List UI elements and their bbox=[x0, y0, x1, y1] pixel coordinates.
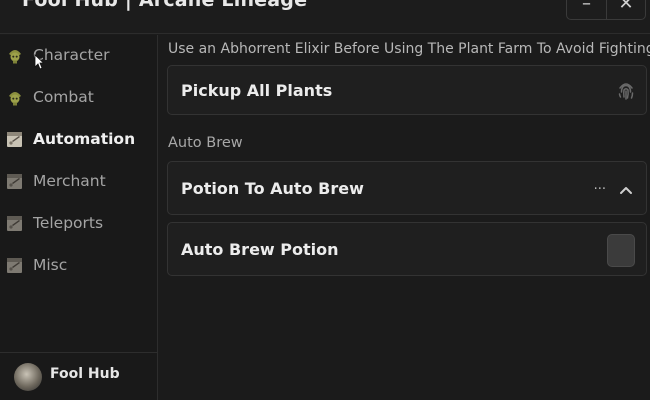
sidebar-item-teleports[interactable]: Teleports bbox=[0, 203, 157, 243]
leaf-skull-icon bbox=[5, 87, 25, 107]
avatar bbox=[14, 363, 42, 391]
hub-window: Fool Hub | Arcane Lineage – ✕ Character … bbox=[0, 0, 650, 400]
section-label-auto-brew: Auto Brew bbox=[168, 135, 243, 151]
chevron-up-icon[interactable] bbox=[618, 182, 634, 196]
sidebar-item-character[interactable]: Character bbox=[0, 35, 157, 75]
scroll-icon bbox=[5, 171, 25, 191]
main-content: Use an Abhorrent Elixir Before Using The… bbox=[158, 35, 650, 400]
info-paragraph: Use an Abhorrent Elixir Before Using The… bbox=[168, 41, 650, 57]
sidebar-item-combat[interactable]: Combat bbox=[0, 77, 157, 117]
minimize-button[interactable]: – bbox=[567, 0, 606, 19]
sidebar-item-automation[interactable]: Automation bbox=[0, 119, 157, 159]
sidebar-item-label: Character bbox=[33, 46, 110, 64]
close-button[interactable]: ✕ bbox=[605, 0, 645, 19]
sidebar-item-label: Misc bbox=[33, 256, 68, 274]
window-title: Fool Hub | Arcane Lineage bbox=[22, 0, 308, 11]
dropdown-label: Potion To Auto Brew bbox=[181, 179, 364, 198]
sidebar-item-label: Merchant bbox=[33, 172, 106, 190]
title-bar[interactable]: Fool Hub | Arcane Lineage – ✕ bbox=[0, 0, 650, 34]
scroll-icon bbox=[5, 213, 25, 233]
profile-section: Fool Hub bbox=[0, 352, 157, 400]
window-controls: – ✕ bbox=[566, 0, 646, 20]
leaf-skull-icon bbox=[5, 45, 25, 65]
scroll-icon bbox=[5, 129, 25, 149]
pickup-all-plants-button[interactable]: Pickup All Plants bbox=[167, 65, 647, 115]
auto-brew-checkbox[interactable] bbox=[607, 234, 635, 267]
sidebar-item-label: Combat bbox=[33, 88, 94, 106]
auto-brew-toggle-row[interactable]: Auto Brew Potion bbox=[167, 222, 647, 276]
sidebar-item-label: Automation bbox=[33, 130, 136, 148]
sidebar: Character Combat Automation Merchant Tel… bbox=[0, 35, 158, 400]
mouse-cursor-icon bbox=[34, 54, 45, 70]
sidebar-item-label: Teleports bbox=[33, 214, 104, 232]
sidebar-item-misc[interactable]: Misc bbox=[0, 245, 157, 285]
profile-name: Fool Hub bbox=[50, 366, 120, 382]
toggle-label: Auto Brew Potion bbox=[181, 240, 339, 259]
button-label: Pickup All Plants bbox=[181, 81, 333, 100]
fingerprint-icon bbox=[617, 81, 635, 101]
potion-dropdown[interactable]: Potion To Auto Brew ... bbox=[167, 161, 647, 215]
sidebar-item-merchant[interactable]: Merchant bbox=[0, 161, 157, 201]
scroll-icon bbox=[5, 255, 25, 275]
dropdown-value: ... bbox=[593, 178, 606, 193]
